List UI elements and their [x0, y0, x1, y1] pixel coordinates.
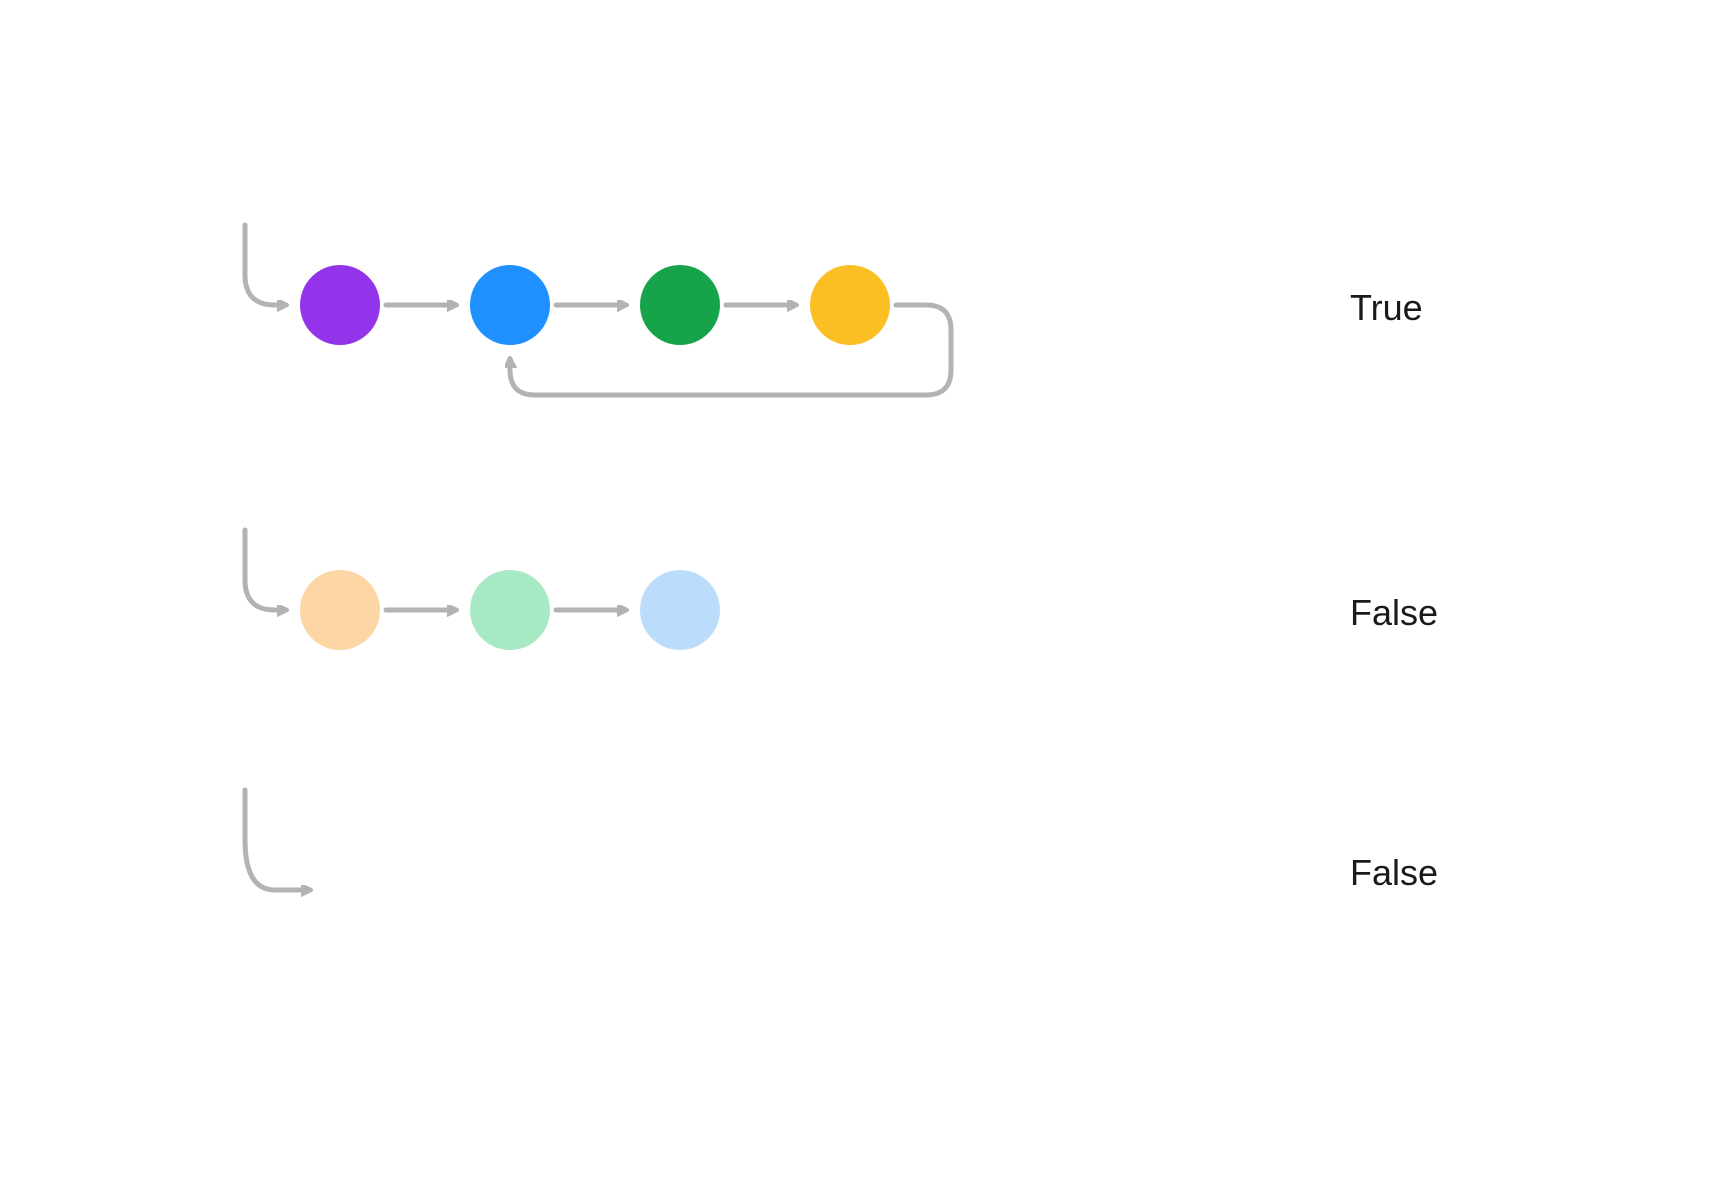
node-blue	[470, 265, 550, 345]
row-1-label: True	[1350, 287, 1423, 329]
node-purple	[300, 265, 380, 345]
diagram-svg	[0, 0, 1727, 1178]
node-yellow	[810, 265, 890, 345]
entry-arrow-row-2	[245, 530, 286, 610]
node-orange-faded	[300, 570, 380, 650]
row-3-label: False	[1350, 852, 1438, 894]
diagram-canvas: True False False	[0, 0, 1727, 1178]
row-2-label: False	[1350, 592, 1438, 634]
node-lightgreen-faded	[470, 570, 550, 650]
node-green	[640, 265, 720, 345]
node-lightblue-faded	[640, 570, 720, 650]
entry-arrow-row-1	[245, 225, 286, 305]
entry-arrow-row-3	[245, 790, 310, 890]
